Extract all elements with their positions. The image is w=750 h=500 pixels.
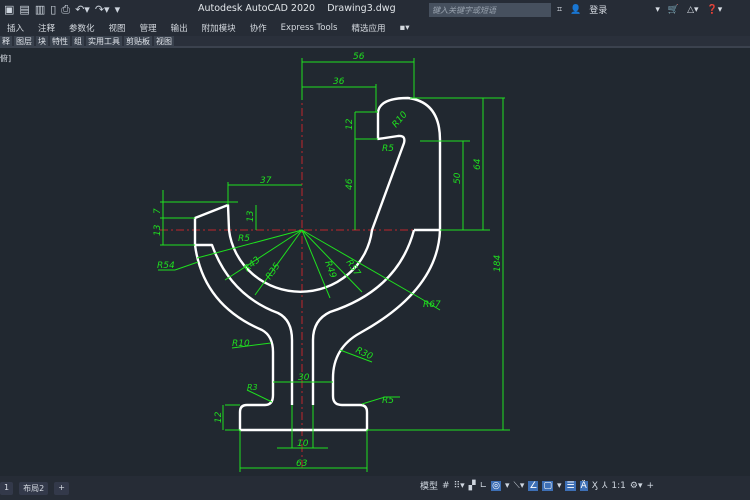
panel-annotate[interactable]: 释 bbox=[0, 35, 12, 47]
tab-output[interactable]: 输出 bbox=[164, 22, 195, 34]
save-icon[interactable]: ▣ bbox=[4, 3, 14, 16]
tab-addins[interactable]: 附加模块 bbox=[195, 22, 243, 34]
infer-constraints-icon[interactable]: ▞ bbox=[469, 481, 476, 491]
drawing-canvas[interactable]: 56 36 12 R10 R5 46 50 64 184 37 7 13 13 … bbox=[0, 50, 750, 476]
left-arm-outer bbox=[193, 229, 442, 432]
dim-36: 36 bbox=[333, 77, 345, 87]
ribbon-tabs: 插入 注释 参数化 视图 管理 输出 附加模块 协作 Express Tools… bbox=[0, 19, 750, 36]
dim-13-left: 13 bbox=[153, 224, 163, 236]
dim-50: 50 bbox=[453, 172, 463, 184]
dim-r10: R10 bbox=[391, 110, 410, 130]
dim-10: 10 bbox=[297, 439, 309, 449]
lineweight-icon[interactable]: ☰ bbox=[565, 480, 576, 491]
cart-icon[interactable]: 🛒 bbox=[668, 5, 679, 15]
annotation-scale-icon[interactable]: ⅄ bbox=[602, 481, 608, 491]
tab-view[interactable]: 视图 bbox=[102, 22, 133, 34]
user-icon[interactable]: 👤 bbox=[570, 5, 581, 15]
tab-annotate[interactable]: 注释 bbox=[31, 22, 62, 34]
plus-icon[interactable]: + bbox=[646, 481, 654, 491]
tab-collaborate[interactable]: 协作 bbox=[243, 22, 274, 34]
isodraft-icon[interactable]: ⟍▾ bbox=[514, 481, 525, 491]
ribbon-panels: 释 图层 块 特性 组 实用工具 剪贴板 视图 bbox=[0, 35, 750, 48]
dim-r30: R30 bbox=[354, 346, 375, 363]
dim-r10-neck: R10 bbox=[232, 339, 250, 349]
tab-parametric[interactable]: 参数化 bbox=[62, 22, 102, 34]
title-bar: ▣ ▤ ▥ ▯ ⎙ ↶▾ ↷▾ ▾ Autodesk AutoCAD 2020 … bbox=[0, 0, 750, 19]
dim-30: 30 bbox=[298, 373, 310, 383]
panel-layers[interactable]: 图层 bbox=[14, 35, 34, 47]
panel-view[interactable]: 视图 bbox=[154, 35, 174, 47]
undo-icon[interactable]: ↶▾ bbox=[75, 3, 90, 16]
tab-insert[interactable]: 插入 bbox=[0, 22, 31, 34]
dim-46: 46 bbox=[345, 178, 355, 190]
dim-13-inner: 13 bbox=[246, 210, 256, 222]
osnap-dropdown-icon[interactable]: ▾ bbox=[557, 481, 562, 491]
app-title: Autodesk AutoCAD 2020 bbox=[198, 3, 316, 14]
tab-featured-apps[interactable]: 精选应用 bbox=[344, 22, 392, 34]
a360-icon[interactable]: △▾ bbox=[687, 5, 698, 15]
window-title: Autodesk AutoCAD 2020 Drawing3.dwg bbox=[198, 3, 396, 14]
panel-group[interactable]: 组 bbox=[72, 35, 84, 47]
hook-inner-contour bbox=[193, 96, 442, 293]
panel-block[interactable]: 块 bbox=[36, 35, 48, 47]
tab-express-tools[interactable]: Express Tools bbox=[274, 23, 345, 33]
dimension-labels: 56 36 12 R10 R5 46 50 64 184 37 7 13 13 … bbox=[153, 52, 503, 469]
file-name: Drawing3.dwg bbox=[327, 3, 396, 14]
dim-37: 37 bbox=[260, 176, 272, 186]
snap-icon[interactable]: ⠿▾ bbox=[454, 481, 465, 491]
ortho-icon[interactable]: ∟ bbox=[480, 481, 488, 491]
polar-tracking-icon[interactable]: ◎ bbox=[491, 480, 501, 491]
binoculars-icon[interactable]: ⌗ bbox=[557, 5, 562, 15]
panel-properties[interactable]: 特性 bbox=[50, 35, 70, 47]
print-icon[interactable]: ⎙ bbox=[61, 3, 70, 17]
object-snap-tracking-icon[interactable]: ∠ bbox=[528, 480, 539, 491]
dim-56: 56 bbox=[353, 52, 365, 62]
dim-184: 184 bbox=[493, 255, 503, 272]
dim-63: 63 bbox=[296, 459, 308, 469]
dim-r5-horn: R5 bbox=[238, 234, 250, 244]
redo-icon[interactable]: ↷▾ bbox=[95, 3, 110, 16]
save-as-icon[interactable]: ▤ bbox=[19, 3, 29, 16]
auto-scale-icon[interactable]: Ӽ bbox=[592, 481, 598, 491]
annotation-visibility-icon[interactable]: Ä bbox=[579, 480, 588, 491]
dim-r67: R67 bbox=[423, 300, 441, 310]
grid-icon[interactable]: # bbox=[442, 481, 450, 491]
tab-manage[interactable]: 管理 bbox=[133, 22, 164, 34]
customize-icon[interactable]: ▾ bbox=[115, 3, 121, 16]
add-layout-button[interactable]: + bbox=[54, 481, 69, 495]
layout-tab-1[interactable]: 1 bbox=[0, 481, 14, 495]
dim-r49: R49 bbox=[322, 260, 338, 280]
panel-utilities[interactable]: 实用工具 bbox=[86, 35, 122, 47]
search-input[interactable]: 键入关键字或短语 bbox=[429, 3, 551, 17]
dim-12: 12 bbox=[345, 118, 355, 130]
dim-r5-hook: R5 bbox=[382, 144, 394, 154]
object-snap-icon[interactable]: ▢ bbox=[542, 480, 553, 491]
dim-r5-base: R5 bbox=[382, 396, 394, 406]
dim-12-base: 12 bbox=[214, 411, 224, 423]
part-outline bbox=[193, 96, 442, 432]
dim-r35: R35 bbox=[264, 261, 283, 281]
plot-preview-icon[interactable]: ▥ bbox=[35, 3, 45, 16]
dropdown-icon[interactable]: ▾ bbox=[655, 5, 660, 15]
dim-r3: R3 bbox=[247, 383, 258, 392]
dim-64: 64 bbox=[473, 158, 483, 170]
status-toolbar: 模型 # ⠿▾ ▞ ∟ ◎ ▾ ⟍▾ ∠ ▢ ▾ ☰ Ä Ӽ ⅄ 1:1 ⚙▾ + bbox=[420, 479, 654, 492]
camera-icon[interactable]: ▪▾ bbox=[392, 23, 416, 33]
panel-clipboard[interactable]: 剪贴板 bbox=[124, 35, 152, 47]
polar-dropdown-icon[interactable]: ▾ bbox=[505, 481, 510, 491]
dim-7: 7 bbox=[153, 208, 163, 214]
layout-tab-2[interactable]: 布局2 bbox=[19, 481, 49, 495]
gear-icon[interactable]: ⚙▾ bbox=[630, 481, 643, 491]
scale-dropdown[interactable]: 1:1 bbox=[611, 481, 625, 491]
login-button[interactable]: 登录 bbox=[589, 3, 607, 16]
publish-icon[interactable]: ▯ bbox=[50, 3, 56, 16]
quick-access-toolbar: ▣ ▤ ▥ ▯ ⎙ ↶▾ ↷▾ ▾ bbox=[0, 3, 120, 17]
model-button[interactable]: 模型 bbox=[420, 479, 438, 492]
dim-r54: R54 bbox=[157, 261, 175, 271]
help-icon[interactable]: ❓▾ bbox=[707, 5, 723, 15]
